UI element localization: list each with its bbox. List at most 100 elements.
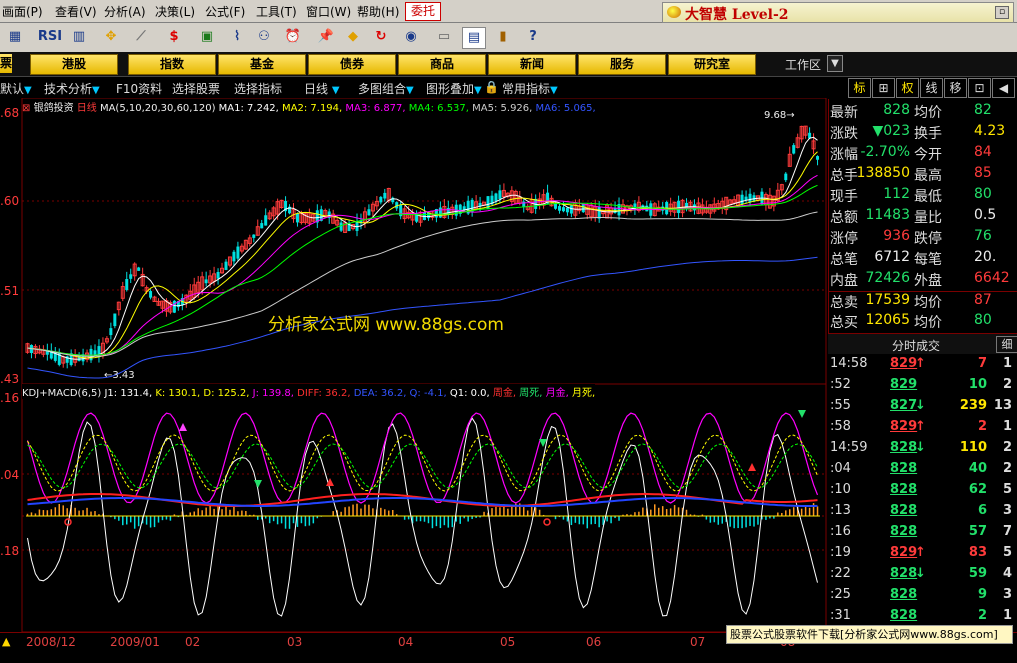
- nav-funds[interactable]: 基金: [218, 54, 306, 75]
- candle-down: [57, 352, 61, 365]
- restore-icon[interactable]: ▫: [995, 6, 1009, 19]
- menu-formula[interactable]: 公式(F): [205, 3, 245, 20]
- tab-left-icon[interactable]: ◀: [992, 78, 1015, 98]
- workspace-label[interactable]: 工作区: [785, 56, 821, 73]
- chart-area[interactable]: ⊠ 银鸽投资 日线 MA(5,10,20,30,60,120) MA1: 7.2…: [0, 98, 828, 632]
- trade-row[interactable]: 14:59 828 ↓ 110 2: [828, 440, 1017, 463]
- info-icon[interactable]: ◉: [400, 27, 422, 47]
- trade-count: 3: [1002, 587, 1012, 602]
- trade-count: 1: [1002, 356, 1012, 371]
- trade-row[interactable]: :16 828 57 7: [828, 524, 1017, 547]
- window-icon[interactable]: ▤: [462, 27, 486, 49]
- binoculars-icon[interactable]: ⚇: [253, 27, 275, 47]
- tab-rights[interactable]: 权: [896, 78, 919, 98]
- trade-row[interactable]: 14:58 829 ↑ 7 1: [828, 356, 1017, 379]
- tab-line[interactable]: 线: [920, 78, 943, 98]
- nav-index[interactable]: 指数: [128, 54, 216, 75]
- func-select-stock[interactable]: 选择股票: [172, 80, 220, 97]
- candle-down: [498, 190, 502, 200]
- trade-row[interactable]: :19 829 ↑ 83 5: [828, 545, 1017, 568]
- indicator-values: J1: 131.4, K: 130.1, D: 125.2, J: 139.8,…: [104, 388, 595, 399]
- trade-row[interactable]: :55 827 ↓ 239 13: [828, 398, 1017, 421]
- func-f10[interactable]: F10资料: [116, 80, 162, 97]
- trade-price: 829: [890, 356, 918, 371]
- line-chart-icon[interactable]: ⌇: [226, 27, 248, 47]
- dropdown-arrow-icon: ▼: [331, 85, 340, 96]
- candle-down: [224, 261, 228, 270]
- trade-row[interactable]: :58 829 ↑ 2 1: [828, 419, 1017, 442]
- warning-icon[interactable]: ▲: [2, 635, 10, 648]
- flag-icon[interactable]: ▣: [196, 27, 218, 47]
- trade-row[interactable]: :04 828 40 2: [828, 461, 1017, 484]
- books-icon[interactable]: ▮: [492, 27, 514, 47]
- close-icon[interactable]: ⊠: [22, 103, 30, 114]
- menu-analysis[interactable]: 分析(A): [104, 3, 146, 20]
- trades-detail-tab[interactable]: 细: [996, 336, 1017, 353]
- trade-row[interactable]: :22 828 ↓ 59 4: [828, 566, 1017, 589]
- nav-hk-stocks[interactable]: 港股: [30, 54, 118, 75]
- trade-row[interactable]: :25 828 9 3: [828, 587, 1017, 610]
- move-icon[interactable]: ✥: [100, 27, 122, 47]
- help-icon[interactable]: ?: [522, 27, 544, 47]
- func-overlay[interactable]: 图形叠加▼: [426, 80, 482, 97]
- ruler-icon[interactable]: ⟋: [130, 27, 152, 47]
- low-price-label: ←3.43: [104, 370, 135, 381]
- trade-count: 2: [1002, 377, 1012, 392]
- workspace-menu-icon[interactable]: ▼: [827, 55, 843, 72]
- kline-chart[interactable]: [0, 98, 828, 632]
- quote-label: 最低: [914, 189, 942, 205]
- menu-view[interactable]: 查看(V): [55, 3, 97, 20]
- nav-research[interactable]: 研究室: [668, 54, 756, 75]
- trade-row[interactable]: :52 829 10 2: [828, 377, 1017, 400]
- func-daily[interactable]: 日线 ▼: [304, 80, 340, 97]
- dollar-icon[interactable]: $: [163, 27, 185, 47]
- tab-move[interactable]: 移: [944, 78, 967, 98]
- func-common-indicators[interactable]: 常用指标▼: [502, 80, 558, 97]
- folder-icon[interactable]: ▭: [433, 27, 455, 47]
- nav-news[interactable]: 新闻: [488, 54, 576, 75]
- menu-decision[interactable]: 决策(L): [155, 3, 195, 20]
- function-bar: 默认▼ 技术分析▼ F10资料 选择股票 选择指标 日线 ▼ 多图组合▼ 图形叠…: [0, 77, 828, 99]
- func-tech-analysis[interactable]: 技术分析▼: [44, 80, 100, 97]
- trades-title[interactable]: 分时成交: [892, 337, 940, 354]
- tab-quote[interactable]: 标: [848, 78, 871, 98]
- tab-grid[interactable]: ⊞: [872, 78, 895, 98]
- alarm-icon[interactable]: ⏰: [282, 27, 304, 47]
- trade-row[interactable]: :10 828 62 5: [828, 482, 1017, 505]
- trade-time: :52: [830, 377, 851, 392]
- nav-service[interactable]: 服务: [578, 54, 666, 75]
- trade-count: 5: [1002, 545, 1012, 560]
- trade-count: 13: [993, 398, 1012, 413]
- rsi-icon[interactable]: RSI: [36, 27, 64, 47]
- bar-chart-icon[interactable]: ▥: [68, 27, 90, 47]
- quote-panel: 最新 828 均价 82 涨跌 ▼023 换手 4.23 涨幅 -2.70% 今开 84 总手 13885…: [828, 99, 1017, 333]
- trade-volume: 59: [968, 566, 987, 581]
- nav-commodities[interactable]: 商品: [398, 54, 486, 75]
- func-default[interactable]: 默认▼: [0, 80, 32, 97]
- menu-screen[interactable]: 画面(P): [2, 3, 43, 20]
- candle-down: [379, 196, 383, 203]
- func-multi-chart[interactable]: 多图组合▼: [358, 80, 414, 97]
- nav-button-partial[interactable]: 票: [0, 54, 12, 73]
- nav-bonds[interactable]: 债券: [308, 54, 396, 75]
- trade-time: :25: [830, 587, 851, 602]
- trade-order-tab[interactable]: 委托: [405, 2, 441, 21]
- quote-value: 138850: [856, 165, 910, 181]
- menu-window[interactable]: 窗口(W): [306, 3, 351, 20]
- trade-row[interactable]: :13 828 6 3: [828, 503, 1017, 526]
- refresh-icon[interactable]: ↻: [370, 27, 392, 47]
- up-arrow-icon: ↑: [915, 356, 926, 371]
- tab-window-icon[interactable]: ⊡: [968, 78, 991, 98]
- lock-icon[interactable]: 🔒: [484, 80, 499, 94]
- func-select-indicator[interactable]: 选择指标: [234, 80, 282, 97]
- warning-icon[interactable]: ◆: [342, 27, 364, 47]
- grid-icon[interactable]: ▦: [4, 27, 26, 47]
- trade-volume: 2: [977, 608, 987, 623]
- ad-banner[interactable]: 股票公式股票软件下载[分析家公式网www.88gs.com]: [726, 625, 1013, 644]
- quote-value: 6642: [974, 270, 1010, 286]
- menu-help[interactable]: 帮助(H): [357, 3, 399, 20]
- menu-tools[interactable]: 工具(T): [256, 3, 297, 20]
- pin-icon[interactable]: 📌: [315, 27, 337, 47]
- trades-list[interactable]: 14:58 829 ↑ 7 1:52 829 10 2:55 827 ↓ 239 13:58 829 ↑ 2…: [828, 354, 1017, 632]
- trade-price: 828: [890, 587, 918, 602]
